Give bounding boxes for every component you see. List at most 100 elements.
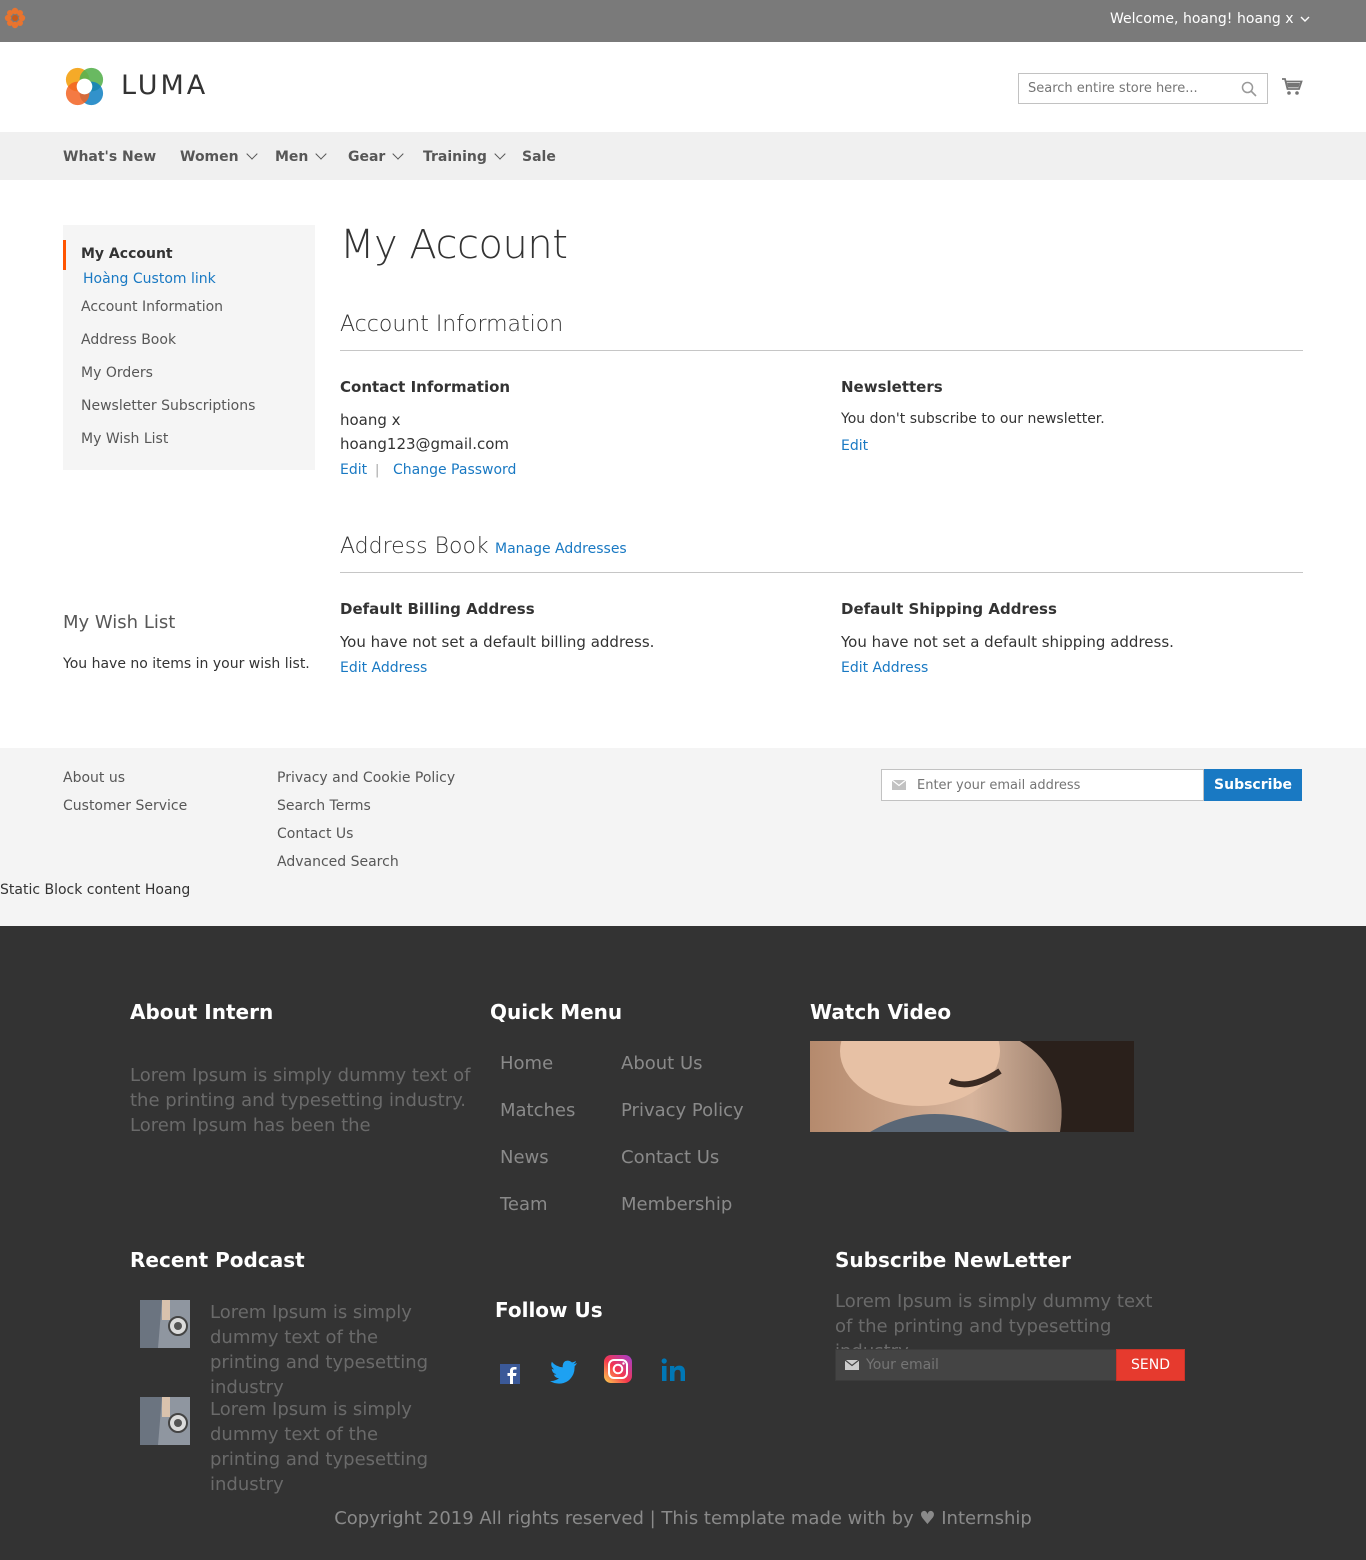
user-menu-toggle[interactable]: hoang x (1237, 11, 1310, 27)
wishlist-block-title: My Wish List (63, 612, 176, 633)
static-block-content: Static Block content Hoang (0, 882, 191, 898)
envelope-icon (892, 780, 906, 790)
nav-label: Men (275, 149, 309, 165)
chevron-down-icon (1300, 16, 1310, 22)
edit-contact-link[interactable]: Edit (340, 462, 367, 478)
newsletter-status: You don't subscribe to our newsletter. (841, 411, 1105, 427)
footer-link-search-terms[interactable]: Search Terms (277, 798, 371, 814)
edit-newsletter-link[interactable]: Edit (841, 438, 868, 454)
envelope-icon (845, 1360, 859, 1370)
nav-women[interactable]: Women (180, 148, 258, 165)
facebook-icon[interactable] (496, 1358, 526, 1388)
sidebar-item-account-information[interactable]: Account Information (81, 299, 223, 315)
link-separator: | (375, 463, 380, 478)
contact-name: hoang x (340, 411, 401, 429)
chevron-down-icon (494, 148, 506, 160)
sidebar-item-my-account: My Account (81, 246, 173, 262)
nav-whats-new[interactable]: What's New (63, 149, 156, 165)
instagram-icon[interactable] (603, 1354, 633, 1384)
watch-video-title: Watch Video (810, 1000, 952, 1024)
search-box (1018, 73, 1268, 104)
follow-us-title: Follow Us (495, 1298, 603, 1322)
footer-link-about-us[interactable]: About us (63, 770, 125, 786)
chevron-down-icon (245, 148, 258, 160)
chevron-down-icon (315, 148, 328, 160)
sidebar-item-custom-link[interactable]: Hoàng Custom link (83, 271, 216, 287)
account-information-title: Account Information (340, 312, 564, 337)
search-icon[interactable] (1241, 81, 1257, 97)
footer-link-advanced-search[interactable]: Advanced Search (277, 854, 399, 870)
footer-link-contact-us[interactable]: Contact Us (277, 826, 353, 842)
main-navigation: What's New Women Men Gear Training Sale (0, 132, 1366, 180)
quick-menu-privacy-policy[interactable]: Privacy Policy (621, 1100, 744, 1121)
default-shipping-title: Default Shipping Address (841, 600, 1057, 618)
quick-menu-contact-us[interactable]: Contact Us (621, 1147, 719, 1168)
default-billing-title: Default Billing Address (340, 600, 535, 618)
divider (340, 572, 1303, 573)
logo-text[interactable]: LUMA (121, 70, 208, 101)
podcast-thumbnail[interactable] (140, 1300, 190, 1348)
flower-icon[interactable] (3, 6, 27, 30)
edit-billing-address-link[interactable]: Edit Address (340, 660, 427, 676)
shipping-address-text: You have not set a default shipping addr… (841, 633, 1174, 651)
nav-label: What's New (63, 149, 157, 165)
sidebar-item-address-book[interactable]: Address Book (81, 332, 176, 348)
address-book-title: Address Book (340, 534, 489, 559)
nav-gear[interactable]: Gear (348, 148, 405, 165)
nav-sale[interactable]: Sale (522, 149, 556, 165)
active-indicator (63, 240, 66, 270)
quick-menu-about-us[interactable]: About Us (621, 1053, 703, 1074)
podcast-thumbnail[interactable] (140, 1397, 190, 1445)
podcast-image (140, 1300, 190, 1348)
video-thumbnail[interactable] (810, 1041, 1134, 1132)
cart-icon[interactable] (1281, 77, 1303, 97)
video-image (810, 1041, 1134, 1132)
send-button[interactable]: SEND (1116, 1349, 1185, 1381)
footer-link-privacy[interactable]: Privacy and Cookie Policy (277, 770, 455, 786)
billing-address-text: You have not set a default billing addre… (340, 633, 655, 651)
subscribe-newsletter-title: Subscribe NewLetter (835, 1248, 1071, 1272)
subscribe-button[interactable]: Subscribe (1204, 769, 1302, 801)
top-bar: Welcome, hoang! hoang x (0, 0, 1366, 42)
wishlist-empty-text: You have no items in your wish list. (63, 656, 310, 672)
manage-addresses-link[interactable]: Manage Addresses (495, 541, 627, 557)
sidebar-item-my-orders[interactable]: My Orders (81, 365, 153, 381)
search-input[interactable] (1019, 74, 1229, 103)
podcast-image (140, 1397, 190, 1445)
account-sidebar: My Account Hoàng Custom link Account Inf… (63, 225, 315, 470)
chevron-down-icon (392, 148, 405, 160)
nav-label: Training (423, 149, 487, 165)
newsletter-email-input[interactable] (917, 770, 1197, 800)
change-password-link[interactable]: Change Password (393, 462, 516, 478)
twitter-icon[interactable] (549, 1356, 579, 1386)
sidebar-item-newsletter-subscriptions[interactable]: Newsletter Subscriptions (81, 398, 255, 414)
luma-logo-icon[interactable] (62, 64, 107, 109)
quick-menu-title: Quick Menu (490, 1000, 623, 1024)
recent-podcast-title: Recent Podcast (130, 1248, 305, 1272)
quick-menu-matches[interactable]: Matches (500, 1100, 575, 1121)
podcast-text[interactable]: Lorem Ipsum is simply dummy text of the … (210, 1397, 450, 1497)
about-intern-title: About Intern (130, 1000, 274, 1024)
quick-menu-news[interactable]: News (500, 1147, 549, 1168)
nav-label: Sale (522, 149, 556, 165)
page-title: My Account (340, 222, 568, 268)
dark-newsletter-email-input[interactable] (866, 1350, 1111, 1380)
quick-menu-membership[interactable]: Membership (621, 1194, 732, 1215)
quick-menu-team[interactable]: Team (500, 1194, 548, 1215)
edit-shipping-address-link[interactable]: Edit Address (841, 660, 928, 676)
nav-men[interactable]: Men (275, 148, 328, 165)
newsletter-field (881, 769, 1204, 801)
quick-menu-home[interactable]: Home (500, 1053, 553, 1074)
nav-training[interactable]: Training (423, 148, 506, 165)
about-intern-text: Lorem Ipsum is simply dummy text of the … (130, 1065, 471, 1136)
podcast-text[interactable]: Lorem Ipsum is simply dummy text of the … (210, 1300, 450, 1400)
linkedin-icon[interactable] (659, 1356, 689, 1386)
contact-email: hoang123@gmail.com (340, 435, 509, 453)
copyright-text: Copyright 2019 All rights reserved | Thi… (334, 1508, 1032, 1529)
newsletters-title: Newsletters (841, 378, 943, 396)
sidebar-item-my-wish-list[interactable]: My Wish List (81, 431, 168, 447)
nav-label: Gear (348, 149, 386, 165)
footer-link-customer-service[interactable]: Customer Service (63, 798, 187, 814)
nav-label: Women (180, 149, 239, 165)
welcome-message: Welcome, hoang! (1110, 11, 1233, 27)
